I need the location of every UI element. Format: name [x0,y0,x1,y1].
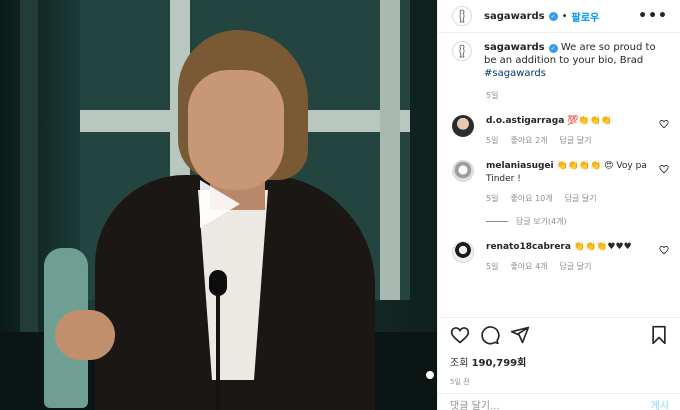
reply-button[interactable]: 답글 달기 [560,135,592,146]
comment-icon[interactable] [480,325,500,345]
comment-meta: 5일 좋아요 2개 답글 달기 [486,135,661,146]
post-side-panel: sagawards ✓ • 팔로우 ••• sagawards ✓ We are … [437,0,680,410]
instagram-post: sagawards ✓ • 팔로우 ••• sagawards ✓ We are … [0,0,680,410]
comment-time: 5일 [486,136,499,145]
post-header: sagawards ✓ • 팔로우 ••• [438,0,680,33]
heart-icon[interactable] [659,119,669,129]
action-bar [450,324,669,346]
avatar[interactable] [452,41,472,61]
views-count[interactable]: 190,799회 [472,358,527,369]
speaker-hand [55,310,115,360]
more-options-icon[interactable]: ••• [638,8,668,24]
comments-list[interactable]: sagawards ✓ We are so proud to be an addi… [438,33,680,317]
comment-text: melaniasugei 👏👏👏👏 😍 Voy pa Tinder ! [486,160,661,186]
add-comment-bar: 댓글 달기... 게시 [438,393,680,410]
share-icon[interactable] [510,325,530,345]
heart-icon[interactable] [659,164,669,174]
header-separator: • [561,10,568,22]
comment-text: d.o.astigarraga 💯👏👏👏 [486,115,661,128]
comment-body: d.o.astigarraga 💯👏👏👏 5일 좋아요 2개 답글 달기 [486,115,661,146]
views-label: 조회 [450,358,469,369]
comment-meta: 5일 좋아요 4개 답글 달기 [486,261,661,272]
comment-item: d.o.astigarraga 💯👏👏👏 5일 좋아요 2개 답글 달기 [452,115,669,146]
avatar[interactable] [452,241,474,263]
comment-input[interactable]: 댓글 달기... [450,397,500,410]
comment-text: renato18cabrera 👏👏👏♥♥♥ [486,241,661,254]
statue-icon [459,9,465,23]
statue-icon [459,44,465,58]
avatar[interactable] [452,115,474,137]
post-time: 5일 전 [450,378,470,386]
replies-divider [486,221,508,222]
comment-likes[interactable]: 좋아요 4개 [510,261,547,272]
video-player[interactable] [0,0,437,410]
verified-icon: ✓ [548,44,558,53]
heart-icon[interactable] [659,245,669,255]
avatar[interactable] [452,160,474,182]
comment-likes[interactable]: 좋아요 2개 [510,135,547,146]
comment-likes[interactable]: 좋아요 10개 [510,193,552,204]
post-button[interactable]: 게시 [651,397,669,410]
comment-body: renato18cabrera 👏👏👏♥♥♥ 5일 좋아요 4개 답글 달기 [486,241,661,272]
comment-item: renato18cabrera 👏👏👏♥♥♥ 5일 좋아요 4개 답글 달기 [452,241,669,272]
comment-username[interactable]: renato18cabrera [486,242,571,252]
reply-button[interactable]: 답글 달기 [565,193,597,204]
view-replies-label: 답글 보기(4개) [516,217,567,226]
comment-username[interactable]: d.o.astigarraga [486,116,564,126]
bookmark-icon[interactable] [649,325,669,345]
comment-body: melaniasugei 👏👏👏👏 😍 Voy pa Tinder ! 5일 좋… [486,160,661,204]
avatar[interactable] [452,6,472,26]
carousel-dot [426,371,434,379]
follow-button[interactable]: 팔로우 [572,9,600,24]
speaker-face [188,70,284,190]
reply-button[interactable]: 답글 달기 [560,261,592,272]
comment-item: melaniasugei 👏👏👏👏 😍 Voy pa Tinder ! 5일 좋… [452,160,669,204]
caption-username[interactable]: sagawards [484,42,545,53]
microphone [209,270,227,296]
verified-icon: ✓ [548,11,558,21]
caption: sagawards ✓ We are so proud to be an addi… [452,41,669,80]
play-icon[interactable] [200,180,240,228]
caption-time: 5일 [486,91,499,100]
comment-time: 5일 [486,194,499,203]
header-username[interactable]: sagawards [484,11,545,22]
caption-text: sagawards ✓ We are so proud to be an addi… [484,41,669,80]
comment-username[interactable]: melaniasugei [486,161,554,171]
comment-message: 💯👏👏👏 [567,116,612,126]
microphone-stand [216,294,220,410]
backdrop-frame [380,0,400,300]
post-actions: 조회 190,799회 5일 전 댓글 달기... 게시 [438,317,680,410]
view-count: 조회 190,799회 [450,354,669,369]
comment-meta: 5일 좋아요 10개 답글 달기 [486,193,661,204]
heart-icon[interactable] [450,325,470,345]
comment-time: 5일 [486,262,499,271]
view-replies-button[interactable]: 답글 보기(4개) [486,216,669,227]
comment-message: 👏👏👏♥♥♥ [573,242,632,252]
hashtag-link[interactable]: #sagawards [484,68,546,79]
